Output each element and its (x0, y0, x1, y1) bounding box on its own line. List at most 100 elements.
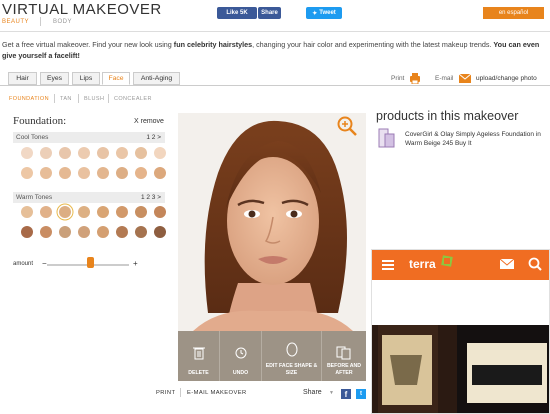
foundation-swatch[interactable] (116, 147, 128, 159)
twitter-icon[interactable]: t (356, 389, 366, 399)
foundation-swatch[interactable] (135, 147, 147, 159)
woman-portrait-image (178, 113, 366, 331)
tab-eyes[interactable]: Eyes (40, 72, 69, 85)
face-outline-icon (286, 342, 297, 357)
products-heading: products in this makeover (376, 109, 519, 123)
foundation-swatch[interactable] (154, 206, 166, 218)
foundation-swatch[interactable] (116, 206, 128, 218)
tab-anti-aging[interactable]: Anti-Aging (133, 72, 180, 85)
printer-icon[interactable] (409, 73, 421, 84)
like-label: Like 5K (226, 10, 248, 16)
footer-divider (180, 388, 181, 397)
amount-decrease-button[interactable]: − (42, 259, 47, 268)
subtab-concealer[interactable]: CONCEALER (114, 96, 152, 102)
page-title: VIRTUAL MAKEOVER (2, 1, 162, 18)
email-link[interactable]: E-mail (435, 75, 453, 82)
warm-tones-label: Warm Tones (16, 194, 53, 201)
breadcrumb-body[interactable]: BODY (53, 19, 72, 25)
foundation-swatch[interactable] (59, 226, 71, 238)
foundation-swatch[interactable] (97, 226, 109, 238)
before-after-label: BEFORE AND AFTER (326, 363, 362, 376)
subtab-tan[interactable]: TAN (60, 96, 72, 102)
before-after-button[interactable]: BEFORE AND AFTER (322, 331, 366, 381)
warm-swatch-grid (13, 206, 166, 246)
foundation-swatch[interactable] (116, 226, 128, 238)
subtab-divider (78, 94, 79, 103)
foundation-swatch[interactable] (154, 147, 166, 159)
envelope-icon[interactable] (459, 74, 471, 83)
foundation-swatch[interactable] (40, 226, 52, 238)
foundation-swatch[interactable] (154, 167, 166, 179)
print-footer-link[interactable]: PRINT (156, 390, 175, 396)
photo-toolbar: DELETE UNDO EDIT FACE SHAPE & SIZE BEFOR… (178, 331, 366, 381)
subtab-divider (108, 94, 109, 103)
foundation-swatch[interactable] (116, 167, 128, 179)
facebook-like-button[interactable]: Like 5K (217, 7, 257, 19)
undo-button[interactable]: UNDO (220, 331, 262, 381)
zoom-magnifier-icon[interactable] (336, 115, 358, 137)
chevron-down-icon[interactable]: ▼ (329, 390, 334, 396)
subtab-blush[interactable]: BLUSH (84, 96, 104, 102)
delete-button[interactable]: DELETE (178, 331, 220, 381)
foundation-swatch[interactable] (135, 167, 147, 179)
foundation-swatch[interactable] (78, 167, 90, 179)
foundation-swatch[interactable] (135, 226, 147, 238)
foundation-swatch[interactable] (59, 167, 71, 179)
hairstyles-link[interactable]: fun celebrity hairstyles (174, 40, 252, 49)
foundation-swatch[interactable] (78, 147, 90, 159)
wine-bottles-image (372, 325, 549, 413)
breadcrumb-beauty[interactable]: BEAUTY (2, 19, 29, 25)
foundation-swatch[interactable] (21, 167, 33, 179)
before-after-icon (336, 346, 351, 360)
foundation-swatch[interactable] (21, 206, 33, 218)
intro-part-1: Get a free virtual makeover. Find your n… (2, 40, 174, 49)
foundation-swatch[interactable] (78, 206, 90, 218)
foundation-swatch[interactable] (40, 147, 52, 159)
tab-face[interactable]: Face (102, 72, 130, 85)
tweet-button[interactable]: ✦ Tweet (306, 7, 342, 19)
edit-face-label: EDIT FACE SHAPE & SIZE (265, 363, 318, 376)
cool-tones-bar: Cool Tones 1 2 > (13, 132, 165, 143)
share-dropdown[interactable]: Share (303, 389, 322, 396)
search-icon (528, 257, 542, 271)
makeover-photo (178, 113, 366, 331)
foundation-swatch[interactable] (97, 147, 109, 159)
foundation-swatch[interactable] (21, 147, 33, 159)
breadcrumb-divider (40, 17, 41, 26)
amount-increase-button[interactable]: + (133, 259, 138, 268)
amount-slider-handle[interactable] (86, 257, 94, 268)
foundation-swatch[interactable] (154, 226, 166, 238)
advertisement[interactable]: terra (371, 249, 550, 414)
cool-swatch-grid (13, 147, 166, 187)
facebook-share-button[interactable]: Share (258, 7, 281, 19)
warm-tones-bar: Warm Tones 1 2 3 > (13, 192, 165, 203)
product-thumbnail[interactable] (377, 128, 396, 148)
email-makeover-link[interactable]: E-MAIL MAKEOVER (187, 390, 247, 396)
tab-lips[interactable]: Lips (72, 72, 100, 85)
foundation-swatch-selected[interactable] (59, 206, 71, 218)
spanish-language-button[interactable]: en español (483, 7, 544, 19)
share-label: Share (261, 10, 278, 16)
edit-face-shape-button[interactable]: EDIT FACE SHAPE & SIZE (262, 331, 322, 381)
foundation-swatch[interactable] (78, 226, 90, 238)
tab-hair[interactable]: Hair (8, 72, 37, 85)
cool-tones-label: Cool Tones (16, 134, 49, 141)
foundation-swatch[interactable] (97, 167, 109, 179)
foundation-swatch[interactable] (21, 226, 33, 238)
remove-foundation-button[interactable]: X remove (134, 118, 164, 125)
product-link[interactable]: CoverGirl & Olay Simply Ageless Foundati… (405, 130, 545, 148)
foundation-swatch[interactable] (135, 206, 147, 218)
intro-part-2: , changing your hair color and experimen… (252, 40, 494, 49)
foundation-swatch[interactable] (40, 167, 52, 179)
print-link[interactable]: Print (391, 75, 404, 82)
warm-tones-pager[interactable]: 1 2 3 > (141, 194, 161, 201)
facebook-icon[interactable]: f (341, 389, 351, 399)
delete-label: DELETE (188, 370, 209, 376)
subtab-foundation[interactable]: FOUNDATION (9, 96, 49, 102)
upload-photo-link[interactable]: upload/change photo (476, 75, 537, 82)
cool-tones-pager[interactable]: 1 2 > (146, 134, 161, 141)
trash-icon (192, 347, 205, 360)
foundation-swatch[interactable] (40, 206, 52, 218)
foundation-swatch[interactable] (59, 147, 71, 159)
foundation-swatch[interactable] (97, 206, 109, 218)
